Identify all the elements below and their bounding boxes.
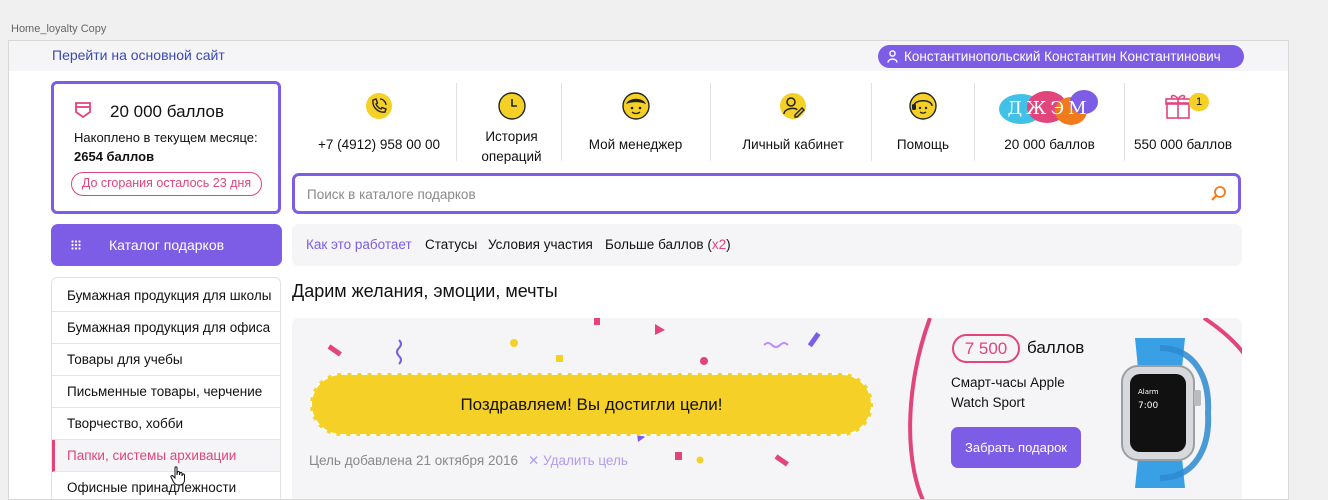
nav-manager-label: Мой менеджер [588,137,683,152]
accumulated-label: Накоплено в текущем месяце: [74,130,258,145]
nav-djem-label: 20 000 баллов [1004,137,1095,152]
search-icon[interactable] [1210,185,1227,202]
nav-history-label: История операций [481,129,542,164]
nav-help[interactable]: Помощь [874,81,972,163]
tab-more-points[interactable]: Больше баллов (x2) [605,237,731,252]
nav-phone[interactable]: +7 (4912) 958 00 00 [299,81,459,163]
nav-gift[interactable]: 1 550 000 баллов [1127,81,1239,163]
svg-text:Alarm: Alarm [1138,388,1159,396]
svg-text:7:00: 7:00 [1138,401,1158,411]
product-name: Смарт-часы Apple Watch Sport [951,375,1065,410]
catalog-button[interactable]: Каталог подарков [51,224,282,266]
nav-divider [561,83,562,161]
user-edit-icon [780,93,806,119]
nav-manager[interactable]: Мой менеджер [564,81,707,163]
balance-points: 20 000 баллов [110,102,225,121]
category-item[interactable]: Офисные принадлежности [52,472,280,499]
hand-cursor-icon [170,466,185,486]
user-name: Константинопольский Константин Константи… [904,49,1221,64]
tab-how-it-works[interactable]: Как это работает [306,237,412,252]
grid-icon [71,240,81,250]
take-gift-button[interactable]: Забрать подарок [951,427,1081,468]
category-item[interactable]: Бумажная продукция для офиса [52,312,280,344]
smartwatch-image: Alarm 7:00 [1121,338,1212,488]
price-unit: баллов [1027,338,1085,357]
nav-gift-label: 550 000 баллов [1133,137,1233,152]
phone-icon [366,93,392,119]
nav-account-label: Личный кабинет [742,137,844,152]
clock-icon [497,92,526,120]
tab-statuses[interactable]: Статусы [425,237,477,252]
catalog-button-label: Каталог подарков [108,237,225,253]
tab-conditions[interactable]: Условия участия [488,237,593,252]
balance-card: 20 000 баллов Накоплено в текущем месяце… [51,81,281,214]
category-list: Бумажная продукция для школы Бумажная пр… [51,277,281,499]
expire-badge: До сгорания осталось 23 дня [71,172,262,196]
nav-account[interactable]: Личный кабинет [713,81,873,163]
category-item-selected[interactable]: Папки, системы архивации [52,440,280,472]
page-frame: Перейти на основной сайт Константинополь… [8,40,1289,500]
nav-djem[interactable]: ДЖЭМ 20 000 баллов [977,81,1122,163]
main-site-link[interactable]: Перейти на основной сайт [52,47,225,63]
nav-divider [1124,83,1125,161]
goal-banner: Поздравляем! Вы достигли цели! Цель доба… [292,318,1242,499]
category-item[interactable]: Бумажная продукция для школы [52,280,280,312]
nav-divider [710,83,711,161]
gift-icon [1165,94,1191,119]
nav-phone-label: +7 (4912) 958 00 00 [318,137,440,152]
gift-badge: 1 [1189,93,1209,111]
category-item[interactable]: Творчество, хобби [52,408,280,440]
nav-history[interactable]: История операций [459,81,564,164]
headset-icon [909,92,937,120]
product-price: 7 500 [952,334,1020,363]
page-title: Дарим желания, эмоции, мечты [292,281,558,301]
category-item[interactable]: Товары для учебы [52,344,280,376]
manager-icon [621,92,650,120]
nav-help-label: Помощь [896,137,950,152]
window-caption: Home_loyalty Copy [11,23,107,35]
x2-badge: x2 [711,237,727,252]
djem-logo: ДЖЭМ [999,90,1098,125]
nav-divider [871,83,872,161]
info-tabs: Как это работает Статусы Условия участия… [292,224,1242,266]
category-item[interactable]: Письменные товары, черчение [52,376,280,408]
search-input[interactable] [307,183,1187,205]
user-profile-button[interactable]: Константинопольский Константин Константи… [878,45,1244,68]
user-icon [887,50,898,63]
catalog-search [292,173,1241,214]
nav-divider [974,83,975,161]
wallet-icon [75,102,91,119]
djem-logo-text: ДЖЭМ [1007,98,1090,119]
top-bar: Перейти на основной сайт Константинополь… [9,41,1288,71]
nav-divider [456,83,457,161]
accumulated-value: 2654 баллов [74,149,155,164]
